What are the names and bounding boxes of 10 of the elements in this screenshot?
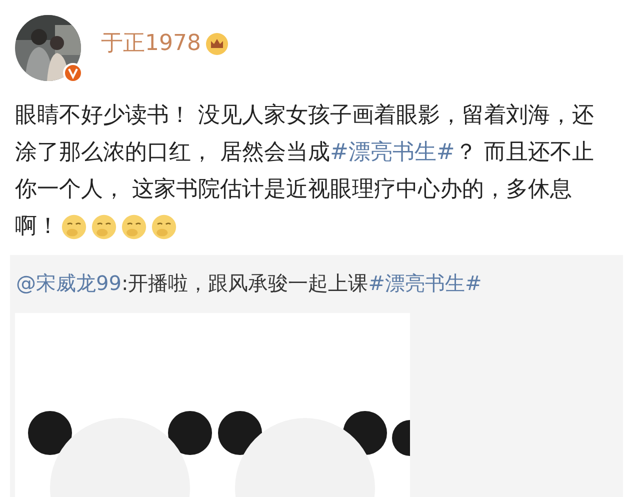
thinking-emoji-icon — [91, 214, 117, 240]
topic-link[interactable]: #漂亮书生# — [330, 140, 455, 165]
thinking-emoji-icon — [121, 214, 147, 240]
thinking-emoji-icon — [151, 214, 177, 240]
repost-text: @宋威龙99:开播啦，跟风承骏一起上课#漂亮书生# — [15, 270, 483, 297]
thinking-emoji-icon — [61, 214, 87, 240]
mention-link[interactable]: @宋威龙99 — [16, 271, 122, 295]
post-text: 眼睛不好少读书！ 没见人家女孩子画着眼影，留着刘海，还涂了那么浓的口红， 居然会当成#漂亮书生#？ 而且还不止你一个人， 这家书院估计是近视眼理疗中心办的，多休息啊！ — [14, 102, 595, 242]
author-name[interactable]: 于正1978 — [101, 33, 201, 55]
topic-link[interactable]: #漂亮书生# — [368, 271, 482, 295]
